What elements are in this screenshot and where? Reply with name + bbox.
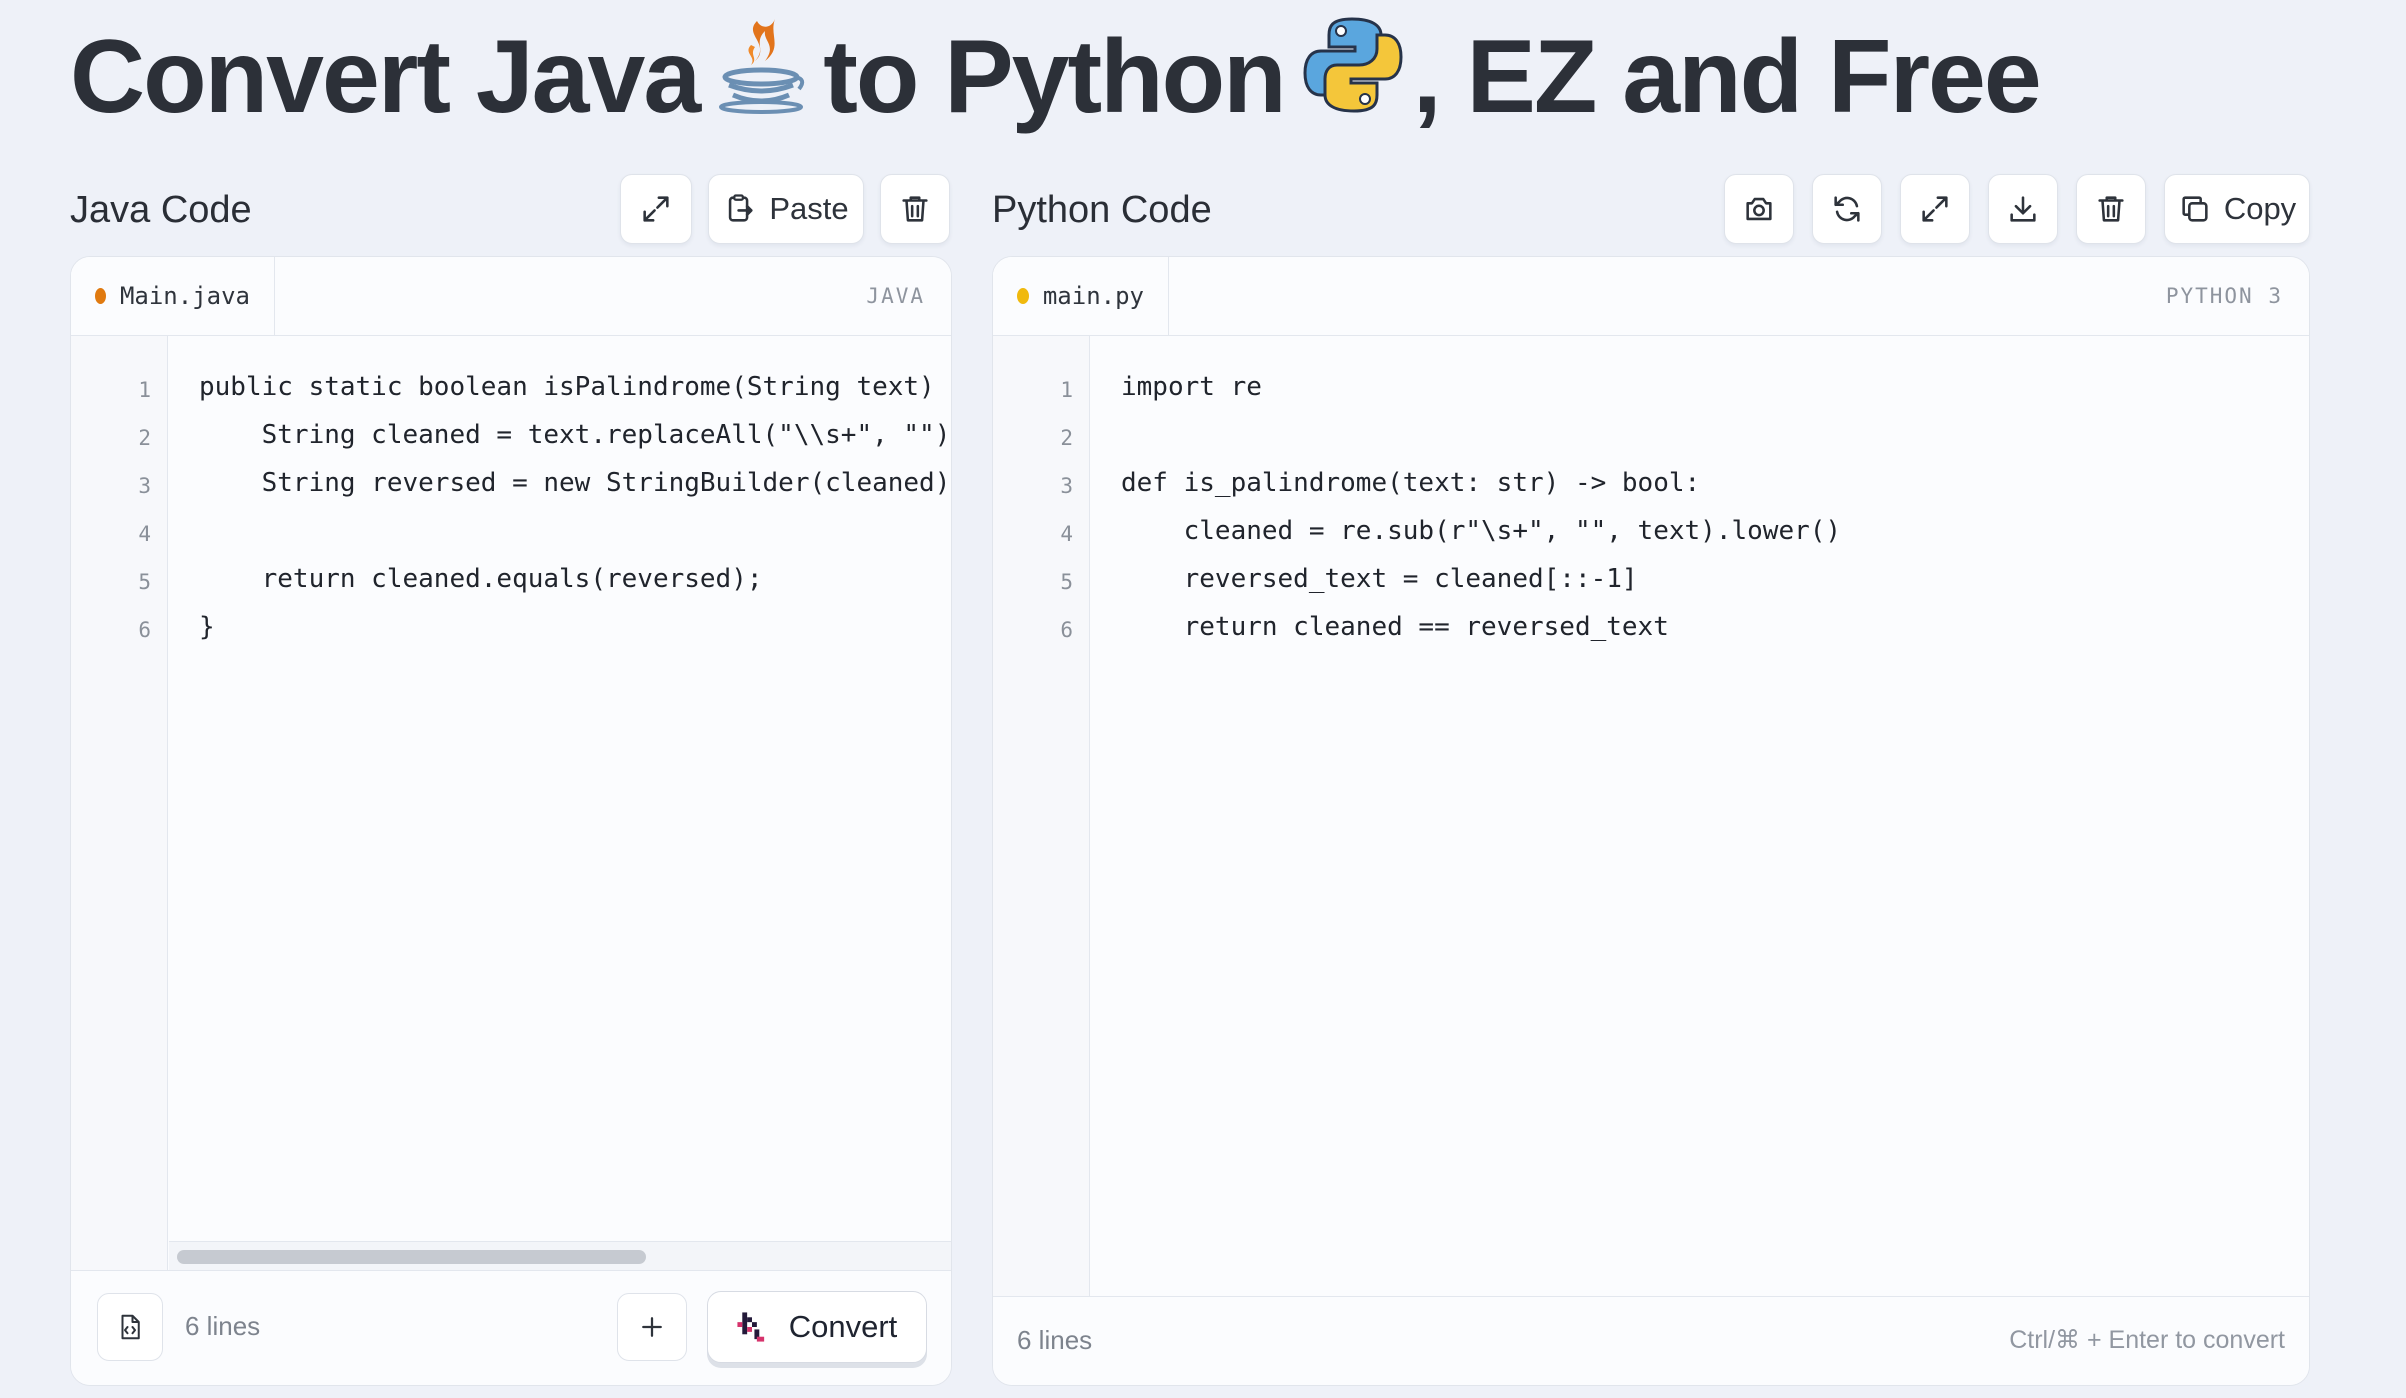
code-line: return cleaned == reversed_text bbox=[1121, 612, 1669, 642]
java-tabbar: Main.java JAVA bbox=[71, 257, 951, 336]
java-file-button[interactable] bbox=[97, 1293, 163, 1361]
python-code-area[interactable]: import re def is_palindrome(text: str) -… bbox=[1091, 336, 2309, 1296]
title-part-3: , EZ and Free bbox=[1412, 18, 2042, 135]
java-editor: Main.java JAVA 1 2 3 4 5 6 public static… bbox=[70, 256, 952, 1386]
trash-icon bbox=[2098, 196, 2124, 222]
python-expand-button[interactable] bbox=[1900, 174, 1970, 244]
copy-button[interactable]: Copy bbox=[2164, 174, 2310, 244]
line-number: 6 bbox=[1060, 618, 1073, 642]
code-line: public static boolean isPalindrome(Strin… bbox=[199, 372, 951, 402]
convert-label: Convert bbox=[788, 1309, 898, 1344]
title-part-2: to Python bbox=[823, 18, 1286, 135]
line-number: 1 bbox=[1060, 378, 1073, 402]
java-coffee-cup-icon bbox=[713, 15, 809, 140]
python-panel-title: Python Code bbox=[992, 188, 1212, 231]
refresh-button[interactable] bbox=[1812, 174, 1882, 244]
line-number: 6 bbox=[138, 618, 151, 642]
plus-icon bbox=[642, 1317, 662, 1337]
expand-icon bbox=[1922, 196, 1948, 222]
java-file-name: Main.java bbox=[119, 282, 250, 310]
java-paste-button[interactable]: Paste bbox=[708, 174, 864, 244]
refresh-icon bbox=[1834, 196, 1860, 222]
line-number: 5 bbox=[1060, 570, 1073, 594]
java-scrollbar-thumb[interactable] bbox=[177, 1250, 647, 1264]
line-number: 1 bbox=[138, 378, 151, 402]
copy-label: Copy bbox=[2223, 191, 2297, 226]
code-line: String reversed = new StringBuilder(clea… bbox=[261, 468, 951, 498]
expand-icon bbox=[643, 196, 669, 222]
line-number: 5 bbox=[138, 570, 151, 594]
java-panel-header: Java Code bbox=[70, 172, 252, 248]
code-file-icon bbox=[121, 1314, 140, 1340]
python-footer: 6 lines Ctrl/⌘ + Enter to convert bbox=[993, 1296, 2309, 1385]
download-button[interactable] bbox=[1988, 174, 2058, 244]
java-panel-title: Java Code bbox=[70, 188, 252, 231]
code-line: cleaned = re.sub(r"\s+", "", text).lower… bbox=[1121, 516, 1842, 546]
convert-button[interactable]: Convert bbox=[707, 1291, 927, 1363]
code-line: import re bbox=[1121, 372, 1262, 402]
clipboard-icon bbox=[729, 194, 753, 222]
java-file-dot bbox=[95, 288, 106, 304]
java-expand-button[interactable] bbox=[620, 174, 692, 244]
code-line: String cleaned = text.replaceAll("\\s+",… bbox=[261, 420, 951, 450]
python-gutter: 1 2 3 4 5 6 bbox=[993, 336, 1090, 1296]
title-part-1: Convert Java bbox=[70, 18, 701, 135]
java-code-area[interactable]: public static boolean isPalindrome(Strin… bbox=[169, 336, 951, 1242]
camera-icon bbox=[1746, 197, 1772, 221]
code-line: def is_palindrome(text: str) -> bool: bbox=[1121, 468, 1701, 498]
convert-logo-icon bbox=[737, 1312, 764, 1342]
python-file-dot bbox=[1017, 288, 1029, 304]
paste-label: Paste bbox=[769, 191, 849, 226]
python-tabbar: main.py PYTHON 3 bbox=[993, 257, 2309, 336]
line-number: 3 bbox=[138, 474, 151, 498]
code-line: return cleaned.equals(reversed); bbox=[199, 564, 763, 594]
line-number: 4 bbox=[138, 522, 151, 546]
python-line-count: 6 lines bbox=[1017, 1325, 1093, 1355]
line-number: 4 bbox=[1060, 522, 1073, 546]
page-title: Convert Java to Python , EZ and Free bbox=[70, 12, 2042, 142]
java-scrollbar-track[interactable] bbox=[169, 1241, 951, 1270]
screenshot-button[interactable] bbox=[1724, 174, 1794, 244]
python-panel-header: Python Code bbox=[992, 172, 1212, 248]
python-logo-icon bbox=[1303, 15, 1403, 140]
python-file-tab[interactable]: main.py bbox=[993, 257, 1169, 335]
python-clear-button[interactable] bbox=[2076, 174, 2146, 244]
shortcut-hint: Ctrl/⌘ + Enter to convert bbox=[2009, 1326, 2285, 1354]
java-line-count: 6 lines bbox=[185, 1311, 261, 1341]
download-icon bbox=[2010, 196, 2036, 222]
java-clear-button[interactable] bbox=[880, 174, 950, 244]
code-line: reversed_text = cleaned[::-1] bbox=[1121, 564, 1638, 594]
python-language-label: PYTHON 3 bbox=[2165, 284, 2283, 308]
java-gutter: 1 2 3 4 5 6 bbox=[71, 336, 168, 1286]
line-number: 2 bbox=[138, 426, 151, 450]
add-button[interactable] bbox=[617, 1293, 687, 1361]
python-editor: main.py PYTHON 3 1 2 3 4 5 6 import re d… bbox=[992, 256, 2310, 1386]
line-number: 3 bbox=[1060, 474, 1073, 498]
python-file-name: main.py bbox=[1042, 282, 1144, 310]
copy-icon bbox=[2182, 196, 2208, 222]
java-language-label: JAVA bbox=[866, 284, 925, 308]
line-number: 2 bbox=[1060, 426, 1073, 450]
java-footer: 6 lines Convert bbox=[71, 1270, 951, 1385]
java-file-tab[interactable]: Main.java bbox=[71, 257, 275, 335]
trash-icon bbox=[902, 196, 928, 222]
code-line: } bbox=[199, 612, 215, 642]
